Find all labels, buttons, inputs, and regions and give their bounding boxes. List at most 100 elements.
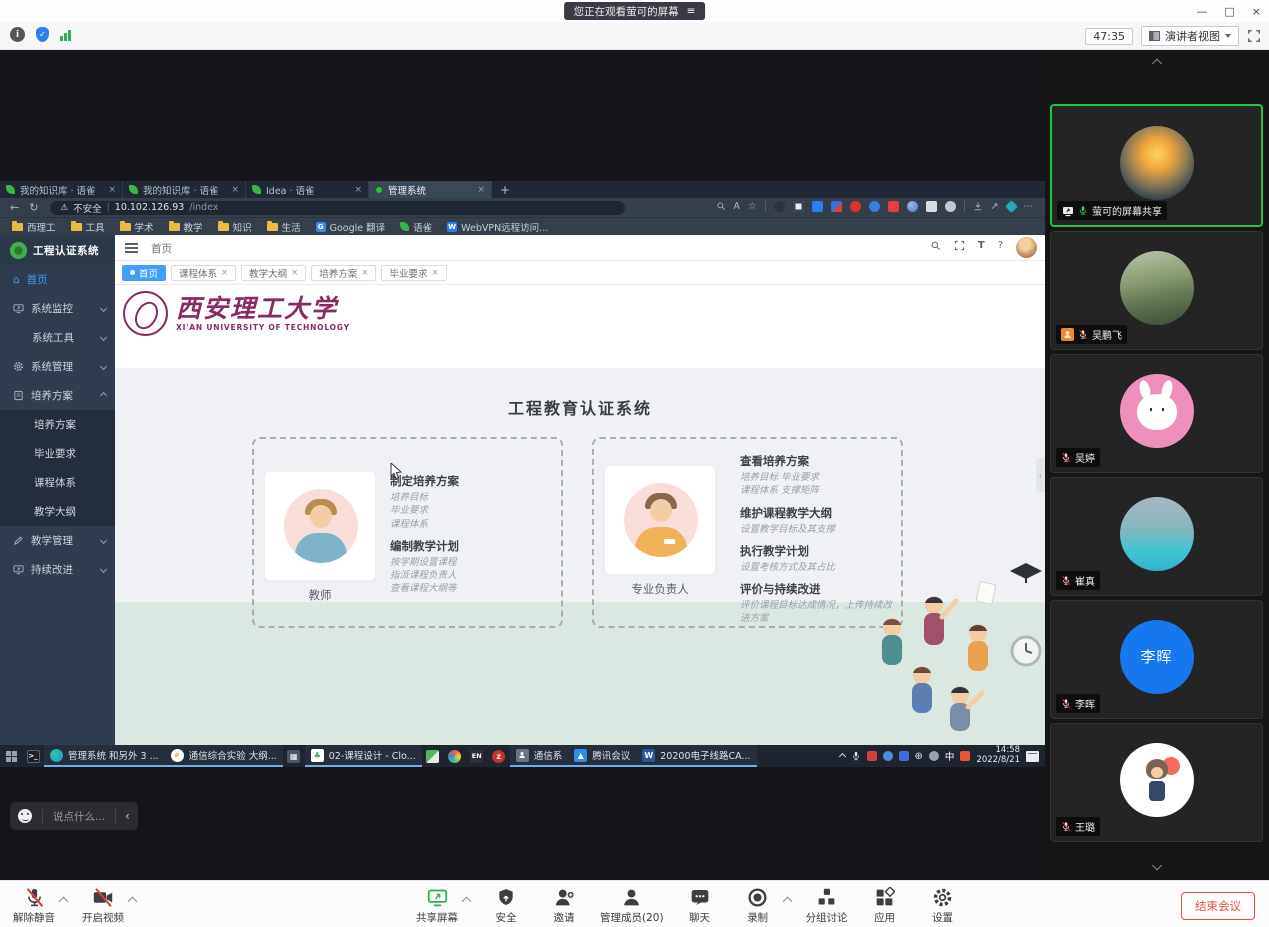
- bookmark-folder[interactable]: 生活: [267, 220, 301, 234]
- hamburger-icon[interactable]: [125, 243, 138, 255]
- tag-graduation-req[interactable]: 毕业要求×: [381, 265, 446, 281]
- tray-icon[interactable]: [899, 751, 909, 761]
- document-extension-icon[interactable]: [926, 201, 937, 212]
- tag-training-plan[interactable]: 培养方案×: [311, 265, 376, 281]
- minimize-button[interactable]: —: [1196, 5, 1207, 18]
- refresh-icon[interactable]: ↻: [29, 201, 38, 214]
- taskbar-window-clover[interactable]: ♣ 02-课程设计 - Clo...: [305, 745, 422, 767]
- banner-menu-icon[interactable]: ≡: [687, 5, 696, 17]
- bookmark-webvpn[interactable]: WWebVPN远程访问...: [447, 220, 548, 234]
- search-icon[interactable]: [930, 240, 941, 251]
- red-app-icon[interactable]: z: [488, 745, 510, 767]
- apps-button[interactable]: 应用: [863, 887, 907, 925]
- reader-icon[interactable]: A: [734, 201, 741, 212]
- ime-indicator[interactable]: 中: [945, 749, 955, 763]
- download-icon[interactable]: [973, 201, 983, 211]
- view-mode-button[interactable]: 演讲者视图: [1141, 26, 1239, 46]
- tray-icon[interactable]: [867, 751, 877, 761]
- manage-members-button[interactable]: 管理成员(20): [600, 887, 664, 925]
- tag-home[interactable]: 首页: [122, 265, 166, 281]
- tab-close-icon[interactable]: ×: [477, 185, 485, 195]
- sidebar-item-system-monitor[interactable]: 系统监控: [0, 294, 115, 323]
- taskbar-window-dept[interactable]: 通信系: [510, 745, 569, 767]
- help-icon[interactable]: ?: [998, 240, 1003, 251]
- invite-button[interactable]: 邀请: [542, 887, 586, 925]
- meeting-security-icon[interactable]: ✓: [36, 27, 49, 42]
- start-video-button[interactable]: 开启视频: [81, 887, 125, 925]
- video-options-caret[interactable]: [129, 887, 136, 908]
- sidebar-item-training-plan[interactable]: 培养方案: [0, 381, 115, 410]
- tag-close-icon[interactable]: ×: [361, 268, 368, 278]
- sidebar-item-system-tools[interactable]: 系统工具: [0, 323, 115, 352]
- tray-mic-icon[interactable]: [851, 751, 861, 761]
- record-button[interactable]: 录制: [736, 887, 780, 925]
- font-size-icon[interactable]: T: [978, 240, 985, 251]
- fullscreen-icon[interactable]: [1247, 29, 1261, 43]
- extension-icon[interactable]: [831, 201, 842, 212]
- tray-icon[interactable]: [883, 751, 893, 761]
- sidebar-item-teaching-manage[interactable]: 教学管理: [0, 526, 115, 555]
- close-button[interactable]: ×: [1252, 5, 1261, 18]
- start-button[interactable]: [0, 745, 22, 767]
- chat-placeholder[interactable]: 说点什么...: [42, 809, 105, 824]
- tab-close-icon[interactable]: ×: [231, 185, 239, 195]
- sidebar-item-system-manage[interactable]: 系统管理: [0, 352, 115, 381]
- search-icon[interactable]: [716, 201, 726, 211]
- user-avatar[interactable]: [1016, 237, 1037, 258]
- participant-tile[interactable]: 吴鹏飞: [1050, 231, 1263, 350]
- more-menu-icon[interactable]: ⋯: [1024, 201, 1034, 212]
- notes-extension-icon[interactable]: [888, 201, 899, 212]
- docs-extension-icon[interactable]: [812, 201, 823, 212]
- chat-quick-input[interactable]: 说点什么... ‹: [10, 802, 138, 830]
- meeting-info-icon[interactable]: i: [10, 27, 25, 42]
- taskbar-window-search[interactable]: ⌕ 通信综合实验 大纲...: [165, 745, 283, 767]
- submenu-item-course-system[interactable]: 课程体系: [0, 468, 115, 497]
- ime-en-icon[interactable]: EN: [466, 745, 488, 767]
- browser-tab[interactable]: 我的知识库 · 语雀 ×: [123, 181, 246, 198]
- tag-syllabus[interactable]: 教学大纲×: [241, 265, 306, 281]
- record-options-caret[interactable]: [784, 887, 791, 908]
- calculator-icon[interactable]: ▦: [283, 745, 305, 767]
- participant-tile[interactable]: 王璐: [1050, 723, 1263, 842]
- qr-extension-icon[interactable]: [793, 201, 804, 212]
- favorites-icon[interactable]: ☆: [748, 201, 757, 212]
- emoji-icon[interactable]: [18, 809, 32, 823]
- tag-close-icon[interactable]: ×: [431, 268, 438, 278]
- tray-volume-icon[interactable]: [929, 751, 939, 761]
- unmute-button[interactable]: 解除静音: [12, 887, 56, 925]
- paint-app-icon[interactable]: [444, 745, 466, 767]
- terminal-icon[interactable]: >_: [22, 745, 44, 767]
- security-label[interactable]: 不安全: [73, 201, 102, 215]
- image-viewer-icon[interactable]: [422, 745, 444, 767]
- taskbar-clock[interactable]: 14:58 2022/8/21: [976, 746, 1020, 766]
- submenu-item-syllabus[interactable]: 教学大纲: [0, 497, 115, 526]
- extension-icon[interactable]: [774, 201, 785, 212]
- end-meeting-button[interactable]: 结束会议: [1181, 892, 1255, 920]
- participant-tile[interactable]: 吴婷: [1050, 354, 1263, 473]
- participant-tile-sharer[interactable]: 萤可的屏幕共享: [1050, 104, 1263, 227]
- tab-close-icon[interactable]: ×: [354, 185, 362, 195]
- bookmark-folder[interactable]: 工具: [71, 220, 105, 234]
- taskbar-window-edge[interactable]: 管理系统 和另外 3 ...: [44, 745, 165, 767]
- chat-button[interactable]: 聊天: [678, 887, 722, 925]
- share-screen-button[interactable]: 共享屏幕: [415, 887, 459, 925]
- collapse-handle[interactable]: ‹: [1036, 458, 1045, 492]
- tray-expand-icon[interactable]: [838, 752, 845, 759]
- browser-tab[interactable]: 我的知识库 · 语雀 ×: [0, 181, 123, 198]
- bookmark-folder[interactable]: 教学: [169, 220, 203, 234]
- bookmark-folder[interactable]: 知识: [218, 220, 252, 234]
- tag-close-icon[interactable]: ×: [221, 268, 228, 278]
- notification-center-icon[interactable]: [1026, 751, 1039, 762]
- address-bar[interactable]: ⚠ 不安全 | 10.102.126.93/index: [50, 201, 625, 215]
- taskbar-window-meeting[interactable]: ▲ 腾讯会议: [568, 745, 636, 767]
- extension-icon[interactable]: [945, 201, 956, 212]
- tag-course-system[interactable]: 课程体系×: [171, 265, 236, 281]
- mic-options-caret[interactable]: [60, 887, 67, 908]
- taskbar-window-word[interactable]: W 20200电子线路CA...: [636, 745, 756, 767]
- new-tab-button[interactable]: +: [492, 181, 518, 198]
- participant-tile[interactable]: 李晖 李晖: [1050, 600, 1263, 719]
- extension-icon[interactable]: [869, 201, 880, 212]
- participant-tile[interactable]: 崔真: [1050, 477, 1263, 596]
- scroll-down-icon[interactable]: [1152, 861, 1162, 871]
- share-icon[interactable]: ↗: [991, 201, 999, 212]
